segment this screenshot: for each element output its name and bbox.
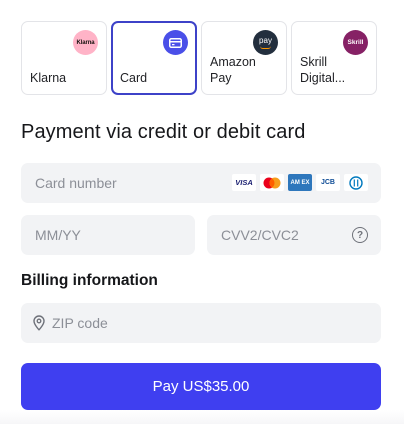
payment-method-label: Klarna (30, 71, 67, 85)
payment-method-list: Klarna Klarna Card pay Amazon Pay Skrill … (21, 21, 377, 95)
payment-method-klarna[interactable]: Klarna Klarna (21, 21, 107, 95)
card-payment-title: Payment via credit or debit card (21, 121, 306, 143)
zip-placeholder: ZIP code (52, 315, 108, 331)
expiry-date-input[interactable]: MM/YY (21, 215, 195, 255)
cvv-input[interactable]: CVV2/CVC2 ? (207, 215, 381, 255)
klarna-logo-icon: Klarna (73, 30, 98, 55)
location-pin-icon (32, 315, 46, 331)
skrill-logo-icon: Skrill (343, 30, 368, 55)
card-brand-list: VISA AM EX JCB (232, 174, 368, 191)
payment-method-label: Skrill Digital... (300, 55, 346, 85)
card-number-input[interactable]: Card number VISA AM EX JCB (21, 163, 381, 203)
zip-code-input[interactable]: ZIP code (21, 303, 381, 343)
amex-icon: AM EX (288, 174, 312, 191)
payment-method-label: Amazon Pay (210, 55, 256, 85)
help-icon[interactable]: ? (352, 227, 368, 243)
card-number-placeholder: Card number (35, 175, 117, 191)
payment-method-label: Card (120, 71, 148, 85)
payment-method-amazon-pay[interactable]: pay Amazon Pay (201, 21, 287, 95)
diners-club-icon (344, 174, 368, 191)
expiry-placeholder: MM/YY (35, 227, 81, 243)
visa-icon: VISA (232, 174, 256, 191)
mastercard-icon (260, 174, 284, 191)
pay-button[interactable]: Pay US$35.00 (21, 363, 381, 410)
amazon-pay-logo-icon: pay (253, 30, 278, 55)
payment-method-card[interactable]: Card (111, 21, 197, 95)
billing-title: Billing information (21, 272, 158, 289)
bottom-divider (0, 410, 404, 424)
credit-card-icon (163, 30, 188, 55)
jcb-icon: JCB (316, 174, 340, 191)
payment-method-skrill[interactable]: Skrill Skrill Digital... (291, 21, 377, 95)
cvv-placeholder: CVV2/CVC2 (221, 227, 299, 243)
